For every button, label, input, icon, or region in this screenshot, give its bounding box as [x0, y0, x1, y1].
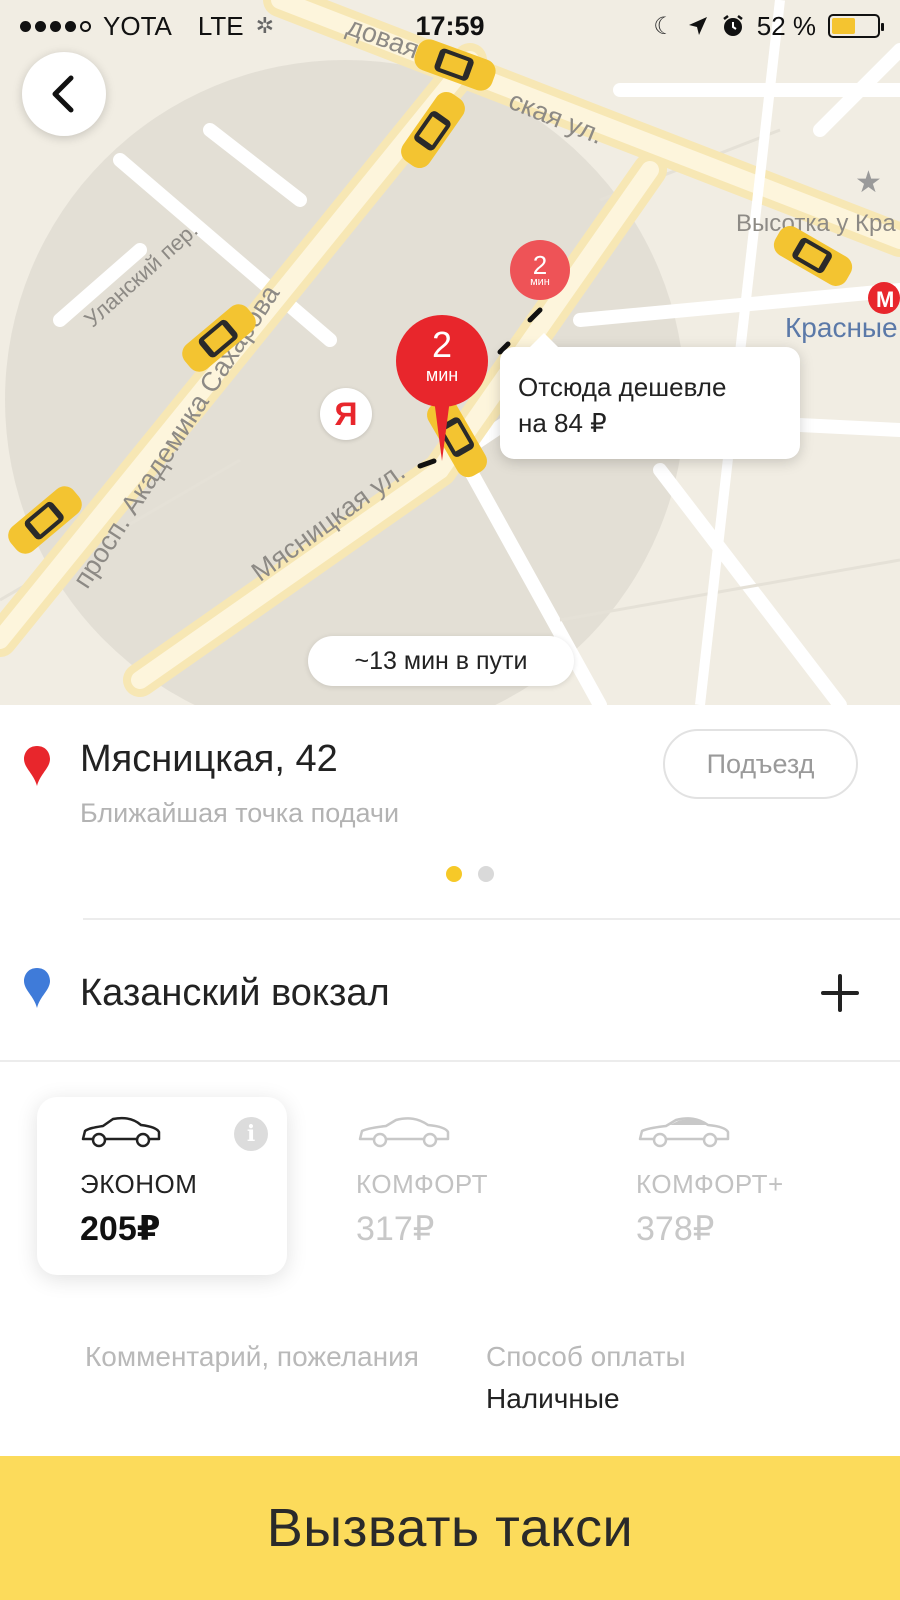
- add-stop-button[interactable]: [815, 968, 865, 1018]
- battery-icon: [828, 14, 884, 38]
- info-icon[interactable]: i: [234, 1117, 268, 1151]
- eta-pin-small[interactable]: 2 мин: [510, 240, 570, 310]
- tariff-name: ЭКОНОМ: [80, 1169, 198, 1199]
- pickup-subtitle: Ближайшая точка подачи: [80, 798, 400, 828]
- eta-pin-small-unit: мин: [530, 276, 550, 288]
- car-icon: [358, 1117, 450, 1148]
- destination-pin-icon: [24, 968, 50, 1008]
- pager-dot: [478, 866, 494, 882]
- tariff-price: 317₽: [356, 1210, 435, 1248]
- eta-pin-bubble: 2 мин: [396, 315, 488, 407]
- activity-spinner-icon: ✲: [255, 13, 275, 38]
- entrance-button[interactable]: Подъезд: [663, 729, 858, 799]
- destination-address[interactable]: Казанский вокзал: [80, 972, 390, 1015]
- payment-method-value[interactable]: Наличные: [486, 1378, 620, 1420]
- svg-text:M: M: [876, 287, 894, 312]
- divider: [83, 918, 900, 920]
- pager-dot-active: [446, 866, 462, 882]
- svg-text:★: ★: [855, 165, 882, 200]
- tariff-comfort[interactable]: КОМФОРТ 317₽: [320, 1097, 570, 1275]
- back-button[interactable]: [22, 52, 106, 136]
- network-type: LTE: [197, 10, 244, 41]
- callout-line-2: на 84 ₽: [518, 408, 607, 438]
- tariff-price: 205₽: [80, 1210, 161, 1248]
- signal-strength-icon: [20, 20, 91, 32]
- tariff-comfort-plus[interactable]: КОМФОРТ+ 378₽: [600, 1097, 850, 1275]
- yandex-logo-marker: Я: [320, 388, 372, 440]
- tariff-econom[interactable]: i ЭКОНОМ 205₽: [37, 1097, 287, 1275]
- status-bar: YOTA LTE ✲ 17:59 ☾ 52 %: [0, 0, 900, 52]
- carrier-name: YOTA: [103, 10, 172, 41]
- eta-pin-unit: мин: [425, 365, 459, 385]
- metro-label: Красные: [785, 312, 898, 343]
- cheaper-here-callout[interactable]: Отсюда дешевле на 84 ₽: [500, 333, 800, 459]
- eta-pin-value: 2: [431, 324, 453, 365]
- car-icon: [81, 1116, 161, 1148]
- tariff-name: КОМФОРТ: [356, 1169, 488, 1199]
- eta-pin-small-value: 2: [510, 240, 570, 300]
- battery-percent: 52 %: [756, 10, 816, 41]
- tariff-price: 378₽: [636, 1210, 715, 1248]
- status-time: 17:59: [415, 10, 485, 41]
- divider: [0, 1060, 900, 1062]
- location-arrow-icon: [688, 17, 707, 35]
- chevron-left-icon: [52, 75, 74, 113]
- payment-method-label[interactable]: Способ оплаты: [486, 1336, 686, 1378]
- eta-pin-pickup[interactable]: 2 мин: [396, 315, 488, 461]
- pin-tail-icon: [434, 399, 450, 461]
- tariff-name: КОМФОРТ+: [636, 1169, 784, 1199]
- trip-duration-chip: ~13 мин в пути: [308, 636, 574, 686]
- map-view[interactable]: ★ M довая ская ул. просп. Академика Саха…: [0, 0, 900, 705]
- comment-wishes-button[interactable]: Комментарий, пожелания: [85, 1336, 425, 1378]
- alarm-icon: [722, 15, 743, 36]
- pickup-address[interactable]: Мясницкая, 42: [80, 738, 338, 781]
- moon-icon: ☾: [653, 12, 675, 40]
- pickup-pin-icon: [24, 746, 50, 786]
- call-taxi-button[interactable]: Вызвать такси: [0, 1456, 900, 1600]
- pager-dots: [0, 866, 900, 882]
- callout-line-1: Отсюда дешевле: [518, 372, 727, 402]
- car-icon: [638, 1117, 730, 1148]
